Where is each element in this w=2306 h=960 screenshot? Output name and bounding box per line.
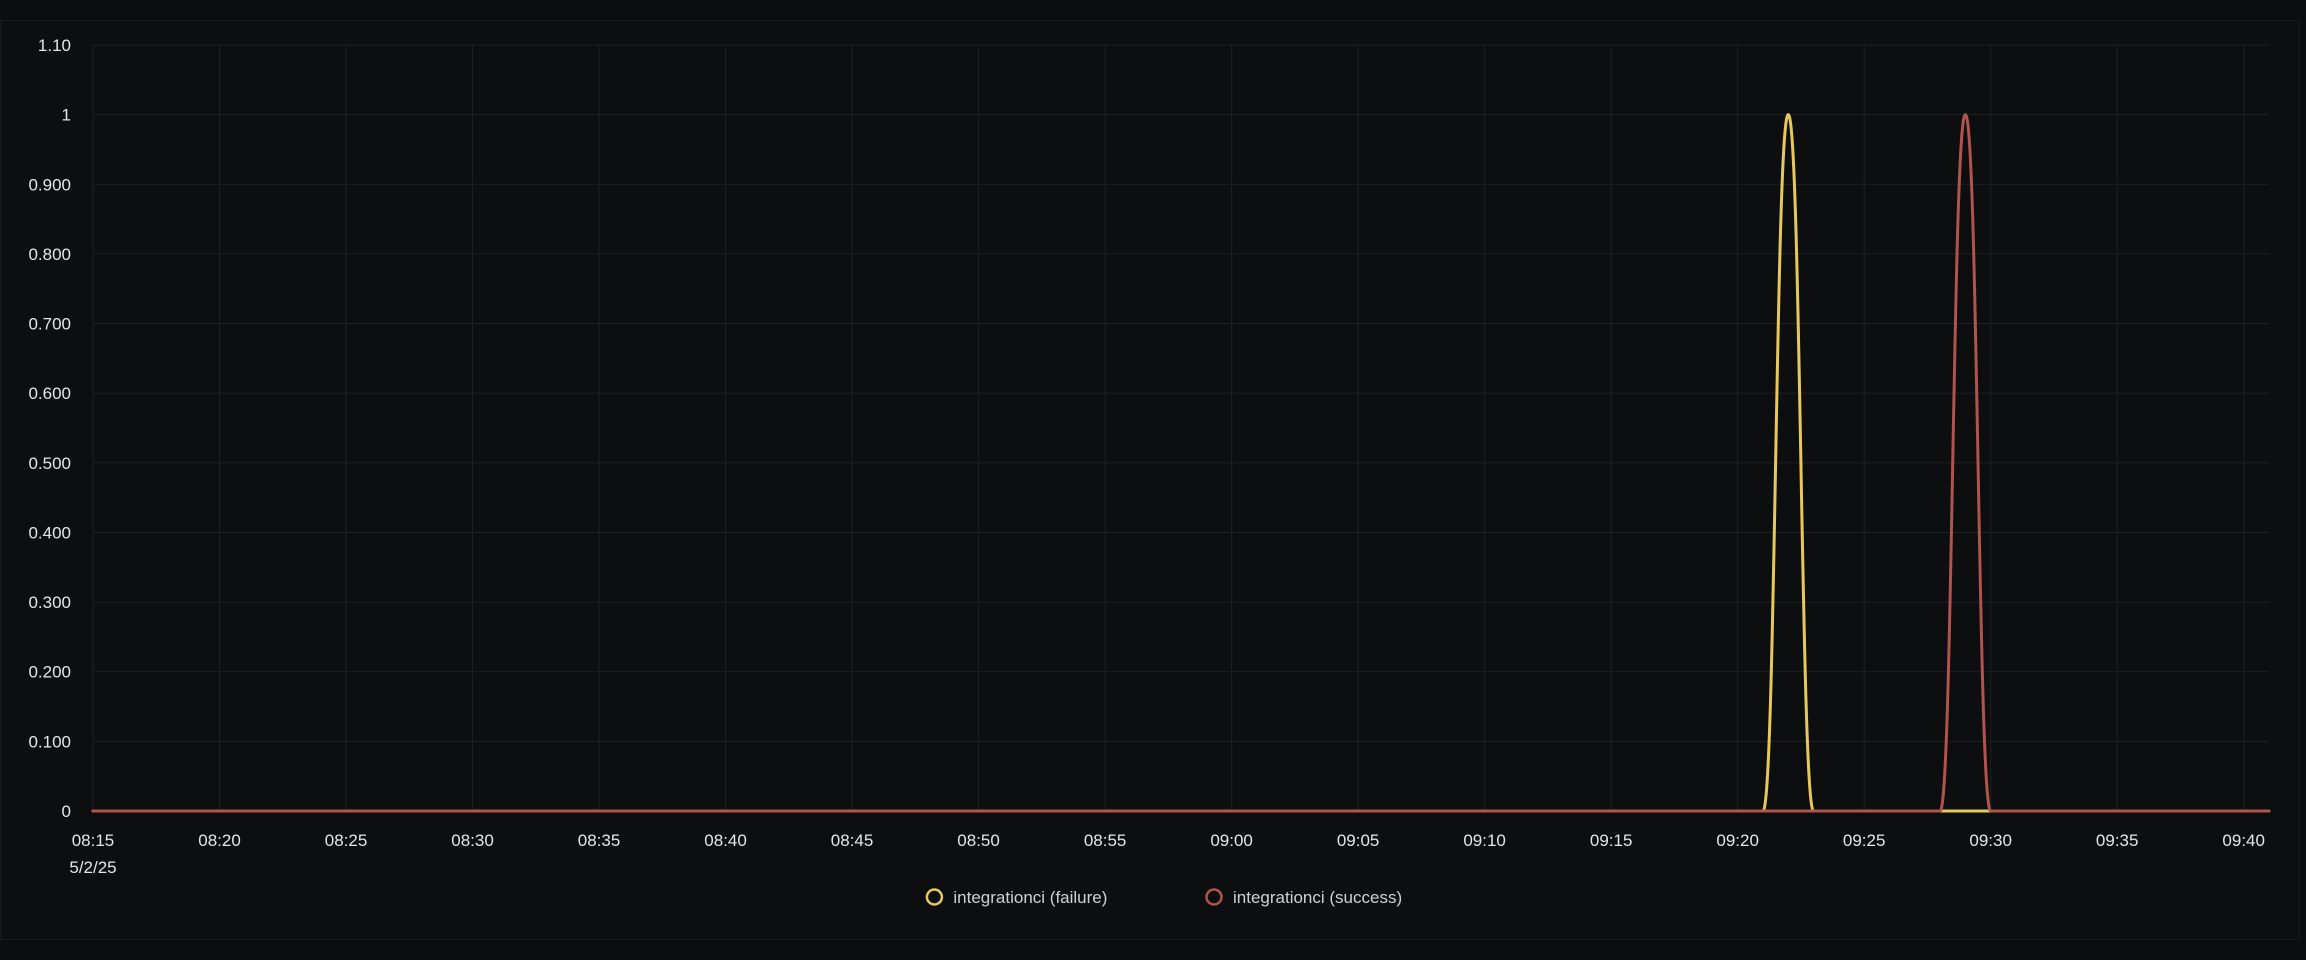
x-tick-label: 08:20 <box>198 831 241 850</box>
y-tick-label: 0.300 <box>28 593 71 612</box>
y-tick-label: 0.200 <box>28 663 71 682</box>
x-tick-label: 09:10 <box>1463 831 1506 850</box>
y-tick-label: 1.10 <box>38 36 71 55</box>
legend-label: integrationci (failure) <box>953 888 1107 907</box>
y-tick-label: 0.800 <box>28 245 71 264</box>
x-tick-label: 08:35 <box>578 831 621 850</box>
x-tick-label: 09:20 <box>1716 831 1759 850</box>
x-tick-label: 08:15 <box>72 831 115 850</box>
x-tick-label: 09:30 <box>1969 831 2012 850</box>
legend-label: integrationci (success) <box>1233 888 1402 907</box>
y-tick-label: 0.900 <box>28 175 71 194</box>
grid-lines <box>92 44 2269 812</box>
x-tick-label: 09:25 <box>1843 831 1886 850</box>
y-tick-label: 1 <box>62 106 71 125</box>
legend: integrationci (failure) integrationci (su… <box>925 888 1403 907</box>
y-tick-label: 0 <box>62 802 71 821</box>
x-tick-label: 09:00 <box>1210 831 1253 850</box>
y-tick-label: 0.100 <box>28 732 71 751</box>
y-tick-label: 0.600 <box>28 384 71 403</box>
chart-panel: 0 0.100 0.200 0.300 0.400 0.500 0.600 0.700 0.80… <box>0 20 2300 940</box>
x-tick-label: 08:30 <box>451 831 494 850</box>
legend-item-0[interactable]: integrationci (failure) <box>925 888 1108 907</box>
x-tick-label: 08:40 <box>704 831 747 850</box>
x-tick-label: 08:50 <box>957 831 1000 850</box>
y-tick-label: 0.500 <box>28 454 71 473</box>
x-tick-label: 09:35 <box>2096 831 2139 850</box>
x-tick-label: 08:55 <box>1084 831 1127 850</box>
y-tick-label: 0.700 <box>28 315 71 334</box>
time-series-chart: 0 0.100 0.200 0.300 0.400 0.500 0.600 0.700 0.80… <box>28 36 2271 907</box>
x-tick-label: 09:40 <box>2222 831 2265 850</box>
legend-marker-icon <box>1205 888 1223 906</box>
x-tick-label: 08:25 <box>325 831 368 850</box>
legend-marker-icon <box>925 888 944 906</box>
y-tick-label: 0.400 <box>28 523 71 542</box>
x-tick-label: 09:15 <box>1590 831 1633 850</box>
legend-item-1[interactable]: integrationci (success) <box>1205 888 1403 907</box>
x-tick-label: 08:45 <box>831 831 874 850</box>
x-tick-label: 09:05 <box>1337 831 1380 850</box>
x-date-label: 5/2/25 <box>69 858 116 877</box>
